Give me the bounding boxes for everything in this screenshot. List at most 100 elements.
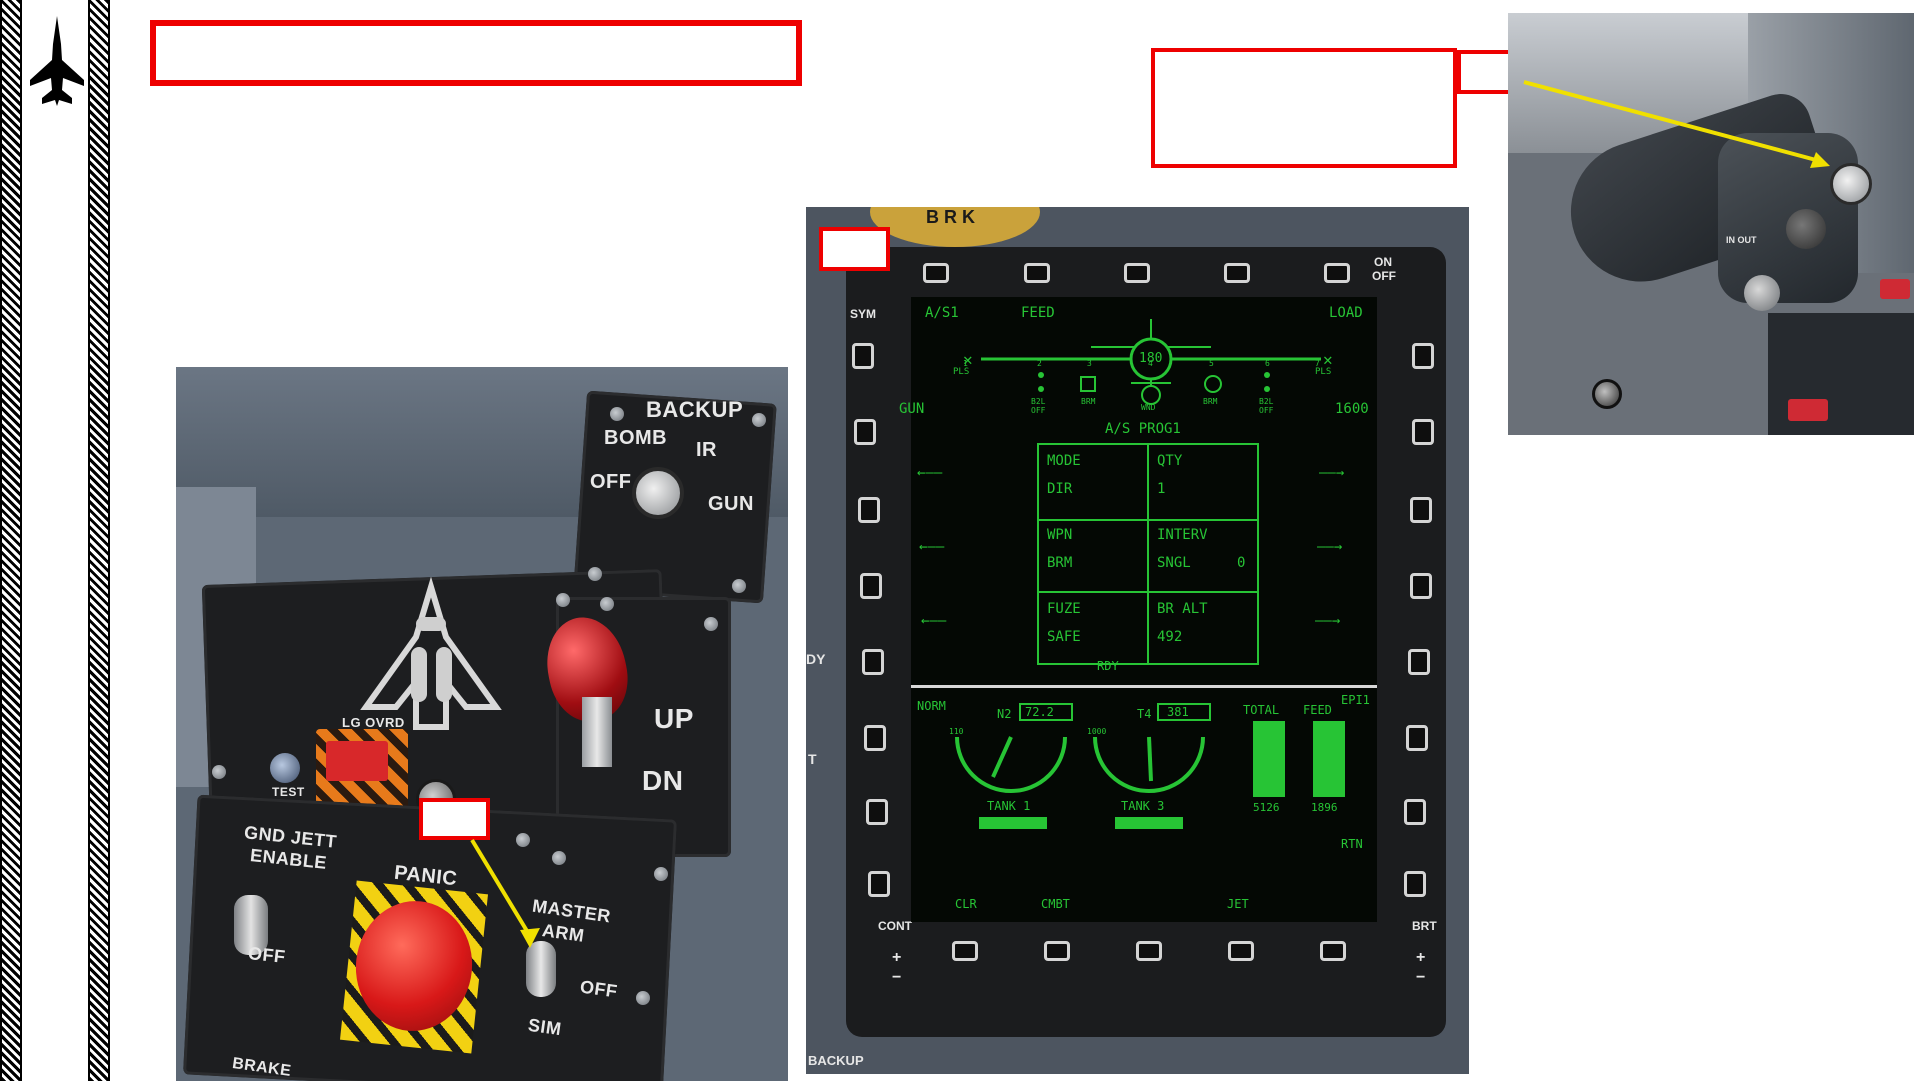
total-label: TOTAL [1243, 703, 1280, 717]
red-switch[interactable] [1788, 399, 1828, 421]
n2-value: 72.2 [1025, 705, 1054, 719]
ir-label: IR [696, 439, 717, 461]
osb-right-6[interactable] [1406, 725, 1428, 751]
t4-value: 381 [1167, 705, 1189, 719]
screw [636, 991, 650, 1005]
mode-key: MODE [1047, 453, 1081, 469]
osb-left-4[interactable] [860, 573, 882, 599]
tank3-bar [1115, 817, 1183, 829]
brt-plus[interactable]: + [1416, 949, 1425, 967]
station-6-label: B2L OFF [1259, 397, 1274, 415]
station-5-label: BRM [1203, 397, 1218, 406]
osb-bottom-2[interactable] [1044, 941, 1070, 961]
station-3-label: BRM [1081, 397, 1096, 406]
master-arm-arrow [470, 838, 540, 948]
interv-value: SNGL [1157, 555, 1191, 571]
brt-minus[interactable]: − [1416, 969, 1425, 987]
sym-label: SYM [850, 307, 877, 321]
arrow-right-2: ——→ [1317, 539, 1343, 555]
bomb-label: BOMB [604, 427, 668, 449]
cont-minus[interactable]: − [892, 969, 901, 987]
osb-left-8[interactable] [868, 871, 890, 897]
master-arm-sim-label: SIM [526, 1014, 563, 1040]
station-5-num: 5 [1209, 359, 1214, 368]
test-button[interactable] [270, 753, 300, 783]
osb-left-6[interactable] [864, 725, 886, 751]
br-alt-key: BR ALT [1157, 601, 1208, 617]
osb-top-2[interactable] [1024, 263, 1050, 283]
t4-label: T4 [1137, 707, 1152, 721]
qty-value: 1 [1157, 481, 1166, 497]
throttle-knob-arrow [1523, 80, 1830, 168]
tank1-bar [979, 817, 1047, 829]
master-arm-callout-box [419, 798, 490, 840]
screw [752, 413, 766, 427]
osb-right-1[interactable] [1412, 343, 1434, 369]
fuze-value: SAFE [1047, 629, 1081, 645]
station-7-label: PLS [1315, 367, 1332, 377]
osb-right-8[interactable] [1404, 871, 1426, 897]
backup-bottom-label: BACKUP [808, 1053, 864, 1068]
on-label: ON [1374, 255, 1392, 269]
tank3-label: TANK 3 [1121, 799, 1165, 813]
wpn-value: BRM [1047, 555, 1073, 571]
lg-ovrd-switch[interactable] [326, 741, 388, 781]
left-rail [0, 0, 22, 1081]
osb-left-3[interactable] [858, 497, 880, 523]
epi-label: EPI1 [1341, 693, 1370, 707]
mode-value: DIR [1047, 481, 1073, 497]
arrow-left-2: ←—— [919, 539, 945, 555]
arrow-left-3: ←—— [921, 613, 947, 629]
osb-top-5[interactable] [1324, 263, 1350, 283]
osb-left-5[interactable] [862, 649, 884, 675]
osb-bottom-4[interactable] [1228, 941, 1254, 961]
osb-left-2[interactable] [854, 419, 876, 445]
osb-left-1[interactable] [852, 343, 874, 369]
osb-right-2[interactable] [1412, 419, 1434, 445]
osb-right-4[interactable] [1410, 573, 1432, 599]
screw [732, 579, 746, 593]
arrow-left-1: ←—— [917, 465, 943, 481]
cmbt-label: CMBT [1041, 897, 1070, 911]
gun-label: GUN [708, 493, 754, 515]
gear-handle-stem [582, 697, 612, 767]
station-4-label: WND [1141, 403, 1156, 412]
red-switch-right[interactable] [1880, 279, 1910, 299]
osb-top-4[interactable] [1224, 263, 1250, 283]
throttle-knob-4[interactable] [1592, 379, 1622, 409]
station-1-num: 1 [963, 359, 968, 368]
backup-selector-knob[interactable] [632, 467, 684, 519]
in-out-label: IN OUT [1726, 235, 1757, 245]
osb-right-3[interactable] [1410, 497, 1432, 523]
wpn-key: WPN [1047, 527, 1073, 543]
interv-value-2: 0 [1237, 555, 1246, 571]
feed-label: FEED [1303, 703, 1332, 717]
screw [556, 593, 570, 607]
armament-panel-photo: BACKUP BOMB IR OFF GUN LG OVRD TEST BR U… [176, 367, 788, 1081]
gear-dn-label: DN [642, 765, 684, 796]
cont-plus[interactable]: + [892, 949, 901, 967]
station-2-num: 2 [1037, 359, 1042, 368]
osb-top-1[interactable] [923, 263, 949, 283]
screw [212, 765, 226, 779]
osb-bottom-5[interactable] [1320, 941, 1346, 961]
osb-left-7[interactable] [866, 799, 888, 825]
side-dy-label: DY [806, 651, 826, 667]
side-t-label: T [808, 751, 817, 767]
throttle-knob-3[interactable] [1744, 275, 1780, 311]
osb-right-5[interactable] [1408, 649, 1430, 675]
feed-fuel-value: 1896 [1311, 801, 1338, 814]
gun-rounds: 1600 [1335, 401, 1369, 417]
osb-bottom-3[interactable] [1136, 941, 1162, 961]
osb-bottom-1[interactable] [952, 941, 978, 961]
n2-gauge [955, 736, 1067, 793]
br-alt-value: 492 [1157, 629, 1183, 645]
osb-right-7[interactable] [1404, 799, 1426, 825]
cont-label: CONT [878, 919, 912, 933]
osb-top-3[interactable] [1124, 263, 1150, 283]
throttle-knob-2[interactable] [1786, 209, 1826, 249]
screw [588, 567, 602, 581]
total-fuel-value: 5126 [1253, 801, 1280, 814]
left-rail-inner [88, 0, 110, 1081]
arrow-right-1: ——→ [1319, 465, 1345, 481]
